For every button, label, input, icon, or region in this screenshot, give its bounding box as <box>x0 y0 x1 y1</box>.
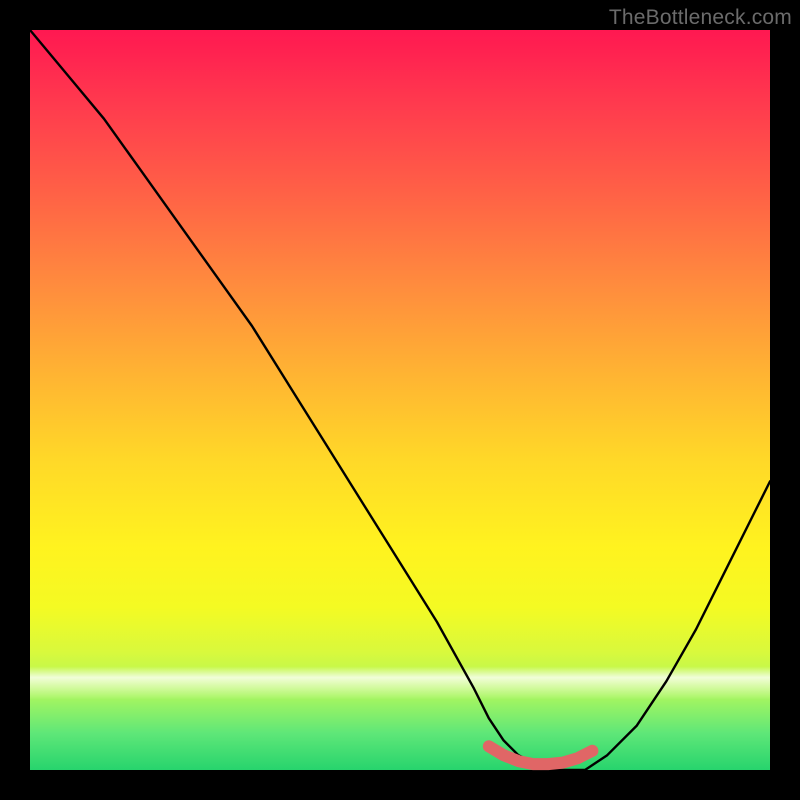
curve-layer <box>30 30 770 770</box>
chart-frame: TheBottleneck.com <box>0 0 800 800</box>
plot-area <box>30 30 770 770</box>
watermark-text: TheBottleneck.com <box>609 6 792 30</box>
bottleneck-curve <box>30 30 770 770</box>
optimal-range-marker <box>489 746 593 764</box>
